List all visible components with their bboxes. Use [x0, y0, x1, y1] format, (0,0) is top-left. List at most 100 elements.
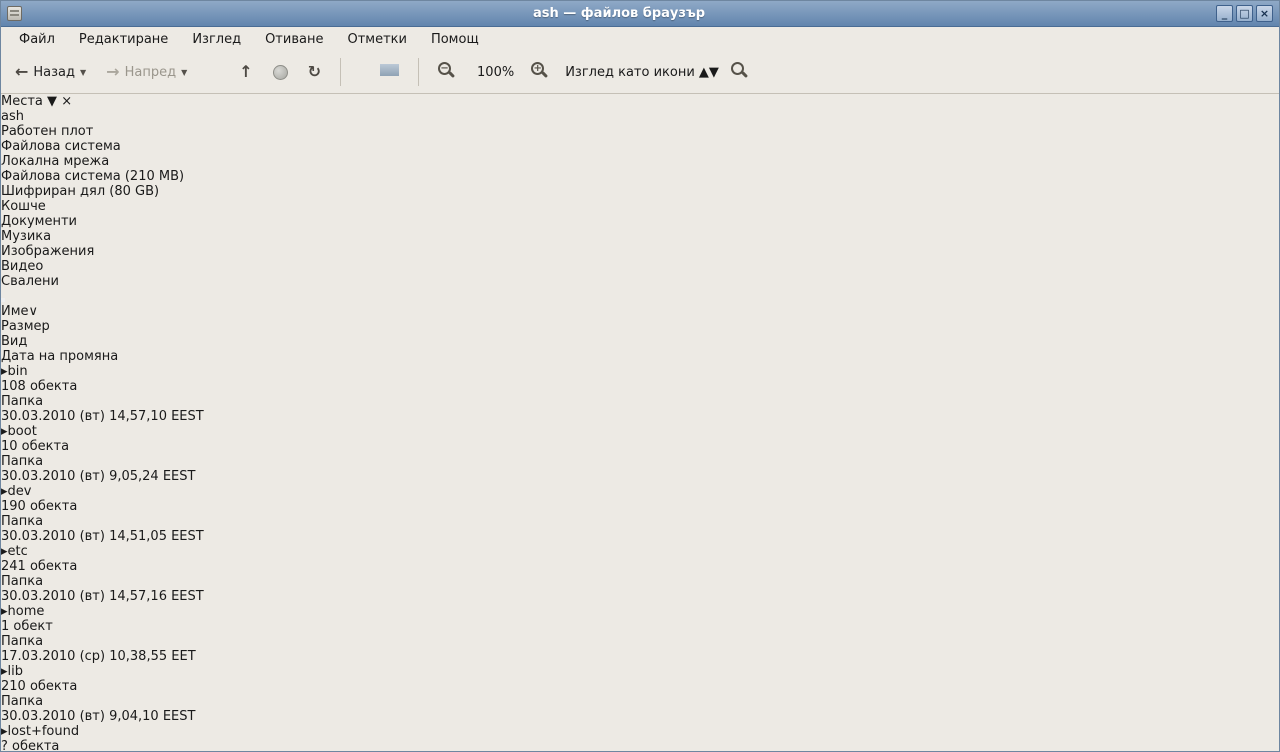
tree-row[interactable]: ▸dev190 обектаПапка30.03.2010 (вт) 14,51…: [1, 484, 1279, 544]
home-button[interactable]: [352, 56, 368, 88]
type-cell: Папка: [1, 454, 1279, 469]
sidebar-item[interactable]: Работен плот: [1, 124, 1279, 139]
file-name: lost+found: [8, 724, 80, 739]
back-button[interactable]: ← Назад ▼: [7, 56, 94, 88]
zoom-in-button[interactable]: +: [523, 56, 561, 88]
sidebar-item[interactable]: Изображения: [1, 244, 1279, 259]
sidebar-item-label: Шифриран дял (80 GB): [1, 184, 159, 199]
forward-arrow-icon: →: [106, 64, 119, 80]
tree-row[interactable]: ▸home1 обектПапка17.03.2010 (ср) 10,38,5…: [1, 604, 1279, 664]
date-cell: 30.03.2010 (вт) 9,04,10 EEST: [1, 709, 1279, 724]
view-mode-combo[interactable]: Изглед като икони ▲▼: [565, 65, 719, 80]
column-header[interactable]: Размер: [1, 319, 84, 334]
name-cell: ▸bin: [1, 364, 1279, 379]
sidebar-item[interactable]: Кошче: [1, 199, 1279, 214]
reload-button[interactable]: ↻: [300, 56, 329, 88]
menu-item[interactable]: Помощ: [421, 29, 489, 50]
sidebar-item[interactable]: Файлова система: [1, 139, 1279, 154]
view-mode-label: Изглед като икони: [565, 65, 695, 80]
menu-item[interactable]: Изглед: [182, 29, 251, 50]
stop-icon: [273, 65, 288, 80]
forward-button[interactable]: → Напред ▼: [98, 56, 195, 88]
toolbar: ← Назад ▼ → Напред ▼ ↑ ↻ − 100% + Изглед…: [1, 51, 1279, 94]
computer-button[interactable]: [372, 56, 407, 88]
sidebar-item-label: Свалени: [1, 274, 59, 289]
menu-item[interactable]: Файл: [9, 29, 65, 50]
date-cell: 30.03.2010 (вт) 14,57,16 EEST: [1, 589, 1279, 604]
tree-row[interactable]: ▸etc241 обектаПапка30.03.2010 (вт) 14,57…: [1, 544, 1279, 604]
window-title: ash — файлов браузър: [28, 6, 1210, 21]
search-button[interactable]: [723, 56, 761, 88]
combo-arrows-icon: ▲▼: [699, 65, 719, 80]
sidebar-item-label: Кошче: [1, 199, 46, 214]
size-cell: 190 обекта: [1, 499, 1279, 514]
menu-item[interactable]: Отиване: [255, 29, 333, 50]
location-bar-toggle-button[interactable]: [1, 298, 5, 302]
name-cell: ▸lib: [1, 664, 1279, 679]
sidebar-item[interactable]: Файлова система (210 MB): [1, 169, 1279, 184]
menu-item[interactable]: Отметки: [337, 29, 416, 50]
sidebar-title: Места: [1, 94, 43, 109]
tree-row[interactable]: ▸lib210 обектаПапка30.03.2010 (вт) 9,04,…: [1, 664, 1279, 724]
file-name: home: [8, 604, 45, 619]
sidebar-item-label: Документи: [1, 214, 77, 229]
sidebar-item-label: Работен плот: [1, 124, 93, 139]
column-header[interactable]: Име∨: [1, 304, 126, 319]
name-cell: ▸lost+found: [1, 724, 1279, 739]
menu-item[interactable]: Редактиране: [69, 29, 178, 50]
file-name: bin: [8, 364, 28, 379]
type-cell: Папка: [1, 514, 1279, 529]
sidebar-item[interactable]: Свалени: [1, 274, 1279, 289]
tree-row[interactable]: ▸lost+found? обектаПапка17.03.2010 (ср) …: [1, 724, 1279, 752]
type-cell: Папка: [1, 694, 1279, 709]
sidebar-item[interactable]: Музика: [1, 229, 1279, 244]
stop-button[interactable]: [265, 56, 296, 88]
maximize-button[interactable]: □: [1236, 5, 1253, 22]
sidebar-item-label: Файлова система: [1, 139, 121, 154]
back-arrow-icon: ←: [15, 64, 28, 80]
size-cell: ? обекта: [1, 739, 1279, 752]
sidebar-header: Места ▼ ×: [1, 94, 1279, 109]
sidebar-close-icon[interactable]: ×: [61, 94, 72, 109]
menubar: ФайлРедактиранеИзгледОтиванеОтметкиПомощ: [1, 27, 1279, 51]
up-arrow-icon: ↑: [239, 64, 252, 80]
sidebar-item[interactable]: ash: [1, 109, 1279, 124]
up-button[interactable]: ↑: [231, 56, 260, 88]
name-cell: ▸etc: [1, 544, 1279, 559]
file-name: etc: [8, 544, 28, 559]
computer-icon: [380, 63, 399, 82]
sidebar-item[interactable]: Локална мрежа: [1, 154, 1279, 169]
minimize-button[interactable]: _: [1216, 5, 1233, 22]
forward-label: Напред: [125, 65, 176, 80]
sidebar-item[interactable]: Видео: [1, 259, 1279, 274]
titlebar[interactable]: ash — файлов браузър _ □ ×: [1, 1, 1279, 27]
sidebar-selector-chevron-icon[interactable]: ▼: [47, 94, 57, 109]
column-header-label: Дата на промяна: [1, 349, 118, 364]
name-cell: ▸boot: [1, 424, 1279, 439]
zoom-level: 100%: [472, 65, 519, 80]
size-cell: 108 обекта: [1, 379, 1279, 394]
size-cell: 241 обекта: [1, 559, 1279, 574]
sidebar-item[interactable]: Шифриран дял (80 GB): [1, 184, 1279, 199]
close-button[interactable]: ×: [1256, 5, 1273, 22]
name-cell: ▸dev: [1, 484, 1279, 499]
size-cell: 210 обекта: [1, 679, 1279, 694]
toolbar-separator: [340, 58, 341, 86]
type-cell: Папка: [1, 394, 1279, 409]
zoom-out-button[interactable]: −: [430, 56, 468, 88]
search-icon: [731, 62, 744, 75]
column-header-label: Вид: [1, 334, 27, 349]
tree-row[interactable]: ▸boot10 обектаПапка30.03.2010 (вт) 9,05,…: [1, 424, 1279, 484]
back-history-chevron-icon[interactable]: ▼: [80, 68, 86, 77]
name-cell: ▸home: [1, 604, 1279, 619]
toolbar-separator: [418, 58, 419, 86]
sidebar-item[interactable]: Документи: [1, 214, 1279, 229]
column-header[interactable]: Вид: [1, 334, 55, 349]
sidebar-item-label: ash: [1, 109, 24, 124]
date-cell: 30.03.2010 (вт) 14,57,10 EEST: [1, 409, 1279, 424]
column-header-label: Име: [1, 304, 29, 319]
file-name: lib: [8, 664, 23, 679]
column-header[interactable]: Дата на промяна: [1, 349, 1279, 364]
tree-row[interactable]: ▸bin108 обектаПапка30.03.2010 (вт) 14,57…: [1, 364, 1279, 424]
size-cell: 1 обект: [1, 619, 1279, 634]
